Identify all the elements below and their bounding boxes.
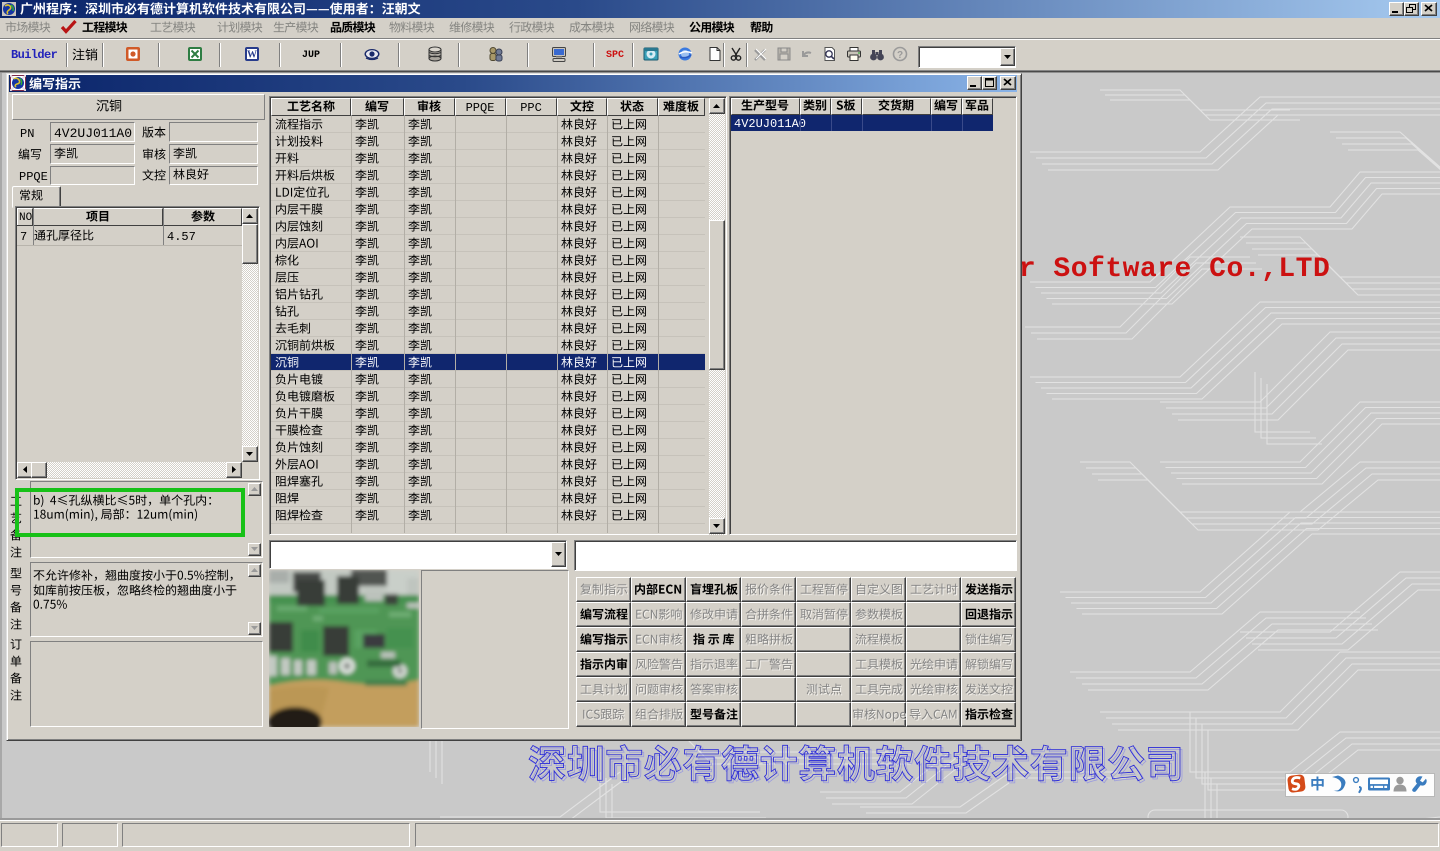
svg-text:W: W (247, 50, 257, 61)
svg-text:?: ? (897, 50, 903, 61)
